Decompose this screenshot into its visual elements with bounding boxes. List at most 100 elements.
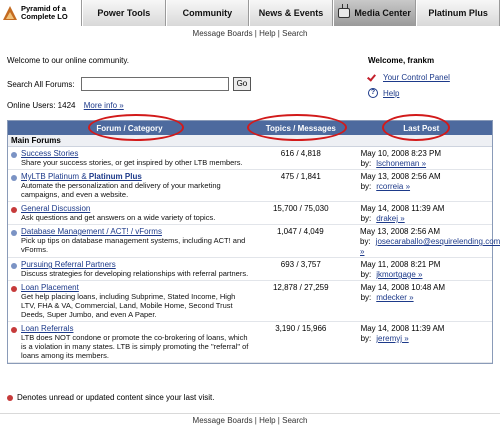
tab-community[interactable]: Community	[165, 0, 250, 26]
table-row: Pursuing Referral Partners Discuss strat…	[8, 258, 492, 281]
forum-status-dot-icon	[11, 327, 17, 333]
forum-title-link[interactable]: Loan Referrals	[21, 324, 73, 333]
forum-status-dot-icon	[11, 175, 17, 181]
by-label: by:	[360, 182, 372, 191]
tv-icon	[338, 8, 351, 18]
table-row: General Discussion Ask questions and get…	[8, 202, 492, 225]
last-post-cell: May 10, 2008 8:23 PM by: lschoneman »	[351, 147, 492, 169]
search-label: Search All Forums:	[7, 79, 75, 89]
forum-title-link[interactable]: Loan Placement	[21, 283, 79, 292]
message-boards-link[interactable]: Message Boards	[193, 29, 253, 38]
footer-help-link[interactable]: Help	[259, 416, 275, 425]
tab-media-center[interactable]: Media Center	[332, 0, 417, 26]
sub-nav: Message Boards | Help | Search	[0, 29, 500, 38]
go-button[interactable]: Go	[232, 77, 252, 91]
by-label: by:	[360, 159, 372, 168]
unread-dot-icon	[7, 394, 13, 401]
legend-text: Denotes unread or updated content since …	[17, 393, 215, 402]
forum-title-link[interactable]: MyLTB Platinum &	[21, 172, 89, 181]
forum-title-link[interactable]: Success Stories	[21, 149, 78, 158]
control-panel-link[interactable]: Your Control Panel	[383, 73, 450, 82]
last-post-cell: May 14, 2008 10:48 AM by: mdecker »	[351, 281, 492, 321]
topics-messages-count: 475 / 1,841	[280, 172, 321, 181]
forum-table: Forum / Category Topics / Messages Last …	[7, 120, 500, 364]
header-topics-messages: Topics / Messages	[265, 123, 336, 133]
forum-status-dot-icon	[11, 207, 17, 213]
by-label: by:	[360, 334, 372, 343]
last-post-user-link[interactable]: rcorreia »	[376, 182, 410, 191]
by-label: by:	[360, 214, 372, 223]
user-panel: Welcome, frankm Your Control Panel ? Hel…	[368, 56, 493, 104]
user-help-link[interactable]: Help	[383, 89, 399, 98]
last-post-cell: May 14, 2008 11:39 AM by: jeremyj »	[351, 322, 492, 362]
logo-line2: Complete LO	[21, 12, 68, 21]
more-info-link[interactable]: More info »	[84, 101, 124, 110]
online-users-count: Online Users: 1424	[7, 101, 76, 110]
last-post-date: May 10, 2008 8:23 PM	[360, 149, 442, 158]
last-post-cell: May 14, 2008 11:39 AM by: drakej »	[351, 202, 492, 224]
table-row: Loan Referrals LTB does NOT condone or p…	[8, 322, 492, 363]
footer-search-link[interactable]: Search	[282, 416, 307, 425]
help-link[interactable]: Help	[259, 29, 275, 38]
header-forum-category: Forum / Category	[96, 123, 163, 133]
forum-title-link[interactable]: General Discussion	[21, 204, 90, 213]
forum-description: Get help placing loans, including Subpri…	[21, 292, 236, 319]
pyramid-icon	[3, 4, 18, 22]
forum-cell: MyLTB Platinum & Platinum Plus Automate …	[8, 170, 251, 201]
topics-messages-count: 616 / 4,818	[280, 149, 321, 158]
last-post-date: May 11, 2008 8:21 PM	[360, 260, 441, 269]
last-post-cell: May 13, 2008 2:56 AM by: josecaraballo@es…	[350, 225, 500, 257]
separator: |	[254, 29, 257, 38]
search-input[interactable]	[80, 77, 229, 91]
table-header: Forum / Category Topics / Messages Last …	[8, 121, 492, 135]
search-row: Search All Forums: Go	[7, 77, 252, 91]
last-post-date: May 14, 2008 10:48 AM	[360, 283, 446, 292]
last-post-user-link[interactable]: jeremyj »	[376, 334, 408, 343]
forum-title-link[interactable]: Database Management / ACT! / vForms	[21, 227, 162, 236]
by-label: by:	[360, 237, 371, 246]
forum-description: Pick up tips on database management syst…	[21, 236, 246, 254]
by-label: by:	[360, 270, 372, 279]
tab-platinum-plus[interactable]: Platinum Plus	[416, 0, 500, 26]
last-post-user-link[interactable]: mdecker »	[376, 293, 413, 302]
table-row: Database Management / ACT! / vForms Pick…	[8, 225, 500, 258]
last-post-date: May 14, 2008 11:39 AM	[360, 204, 445, 213]
last-post-date: May 14, 2008 11:39 AM	[360, 324, 445, 333]
forum-status-dot-icon	[11, 286, 17, 292]
forum-cell: Success Stories Share your success stori…	[8, 147, 251, 169]
forum-status-dot-icon	[11, 263, 17, 269]
welcome-user: Welcome, frankm	[368, 56, 435, 65]
tab-news-events[interactable]: News & Events	[249, 0, 333, 26]
footer-nav: Message Boards | Help | Search	[0, 413, 500, 425]
legend: Denotes unread or updated content since …	[7, 393, 214, 402]
forum-cell: Pursuing Referral Partners Discuss strat…	[8, 258, 251, 280]
topics-messages-count: 15,700 / 75,030	[272, 204, 329, 213]
site-logo[interactable]: Pyramid of a Complete LO	[0, 0, 82, 26]
forum-description: Discuss strategies for developing relati…	[21, 269, 249, 278]
topics-messages-count: 693 / 3,757	[280, 260, 321, 269]
forum-cell: Loan Placement Get help placing loans, i…	[8, 281, 251, 321]
forum-cell: General Discussion Ask questions and get…	[8, 202, 251, 224]
tab-power-tools[interactable]: Power Tools	[82, 0, 166, 26]
forum-description: Ask questions and get answers on a wide …	[21, 213, 216, 222]
last-post-user-link[interactable]: josecaraballo@esquirelending.com »	[360, 237, 500, 256]
checkmark-icon	[368, 72, 378, 82]
section-main-forums: Main Forums	[8, 135, 492, 147]
footer-message-boards-link[interactable]: Message Boards	[193, 416, 253, 425]
forum-title-link[interactable]: Pursuing Referral Partners	[21, 260, 116, 269]
last-post-date: May 13, 2008 2:56 AM	[360, 172, 441, 181]
forum-cell: Loan Referrals LTB does NOT condone or p…	[8, 322, 251, 362]
search-link[interactable]: Search	[282, 29, 307, 38]
logo-text: Pyramid of a Complete LO	[21, 5, 68, 21]
by-label: by:	[360, 293, 372, 302]
last-post-user-link[interactable]: jkmortgage »	[376, 270, 422, 279]
table-row: MyLTB Platinum & Platinum Plus Automate …	[8, 170, 492, 202]
forum-title-extra-link[interactable]: Platinum Plus	[89, 172, 142, 181]
forum-description: LTB does NOT condone or promote the co-b…	[21, 333, 249, 360]
last-post-date: May 13, 2008 2:56 AM	[360, 227, 441, 236]
last-post-cell: May 11, 2008 8:21 PM by: jkmortgage »	[351, 258, 492, 280]
header-last-post: Last Post	[403, 123, 440, 133]
last-post-user-link[interactable]: lschoneman »	[376, 159, 426, 168]
last-post-user-link[interactable]: drakej »	[376, 214, 404, 223]
separator: |	[254, 416, 257, 425]
